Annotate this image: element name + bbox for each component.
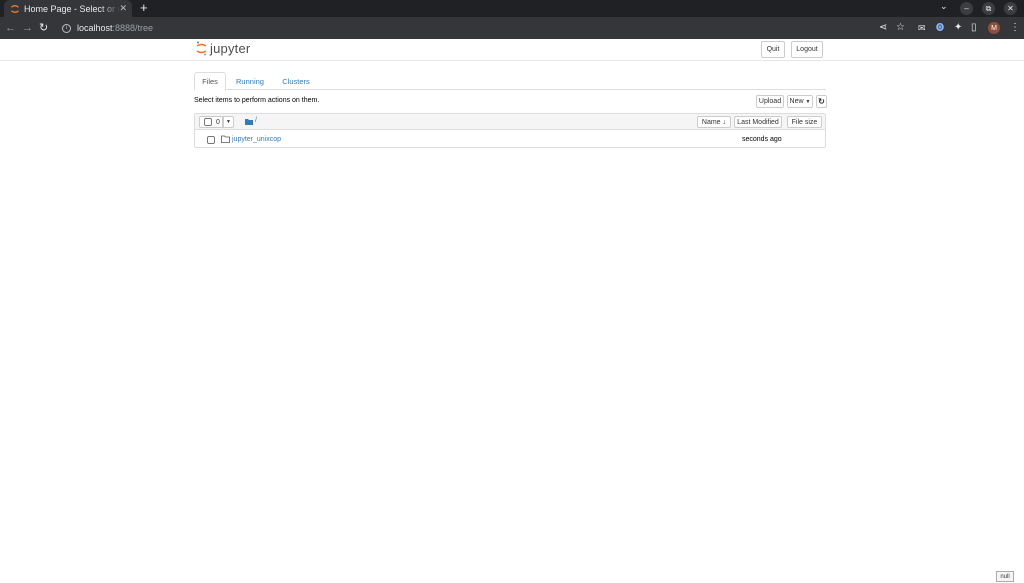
url-path: :8888/tree <box>112 23 154 33</box>
item-last-modified: seconds ago <box>742 136 782 143</box>
jupyter-favicon-icon <box>11 4 19 13</box>
mail-extension-icon[interactable]: ✉ <box>918 22 926 34</box>
jupyter-header: jupyter Quit Logout <box>0 39 1024 61</box>
site-info-icon[interactable]: i <box>62 23 71 33</box>
url-host: localhost <box>77 23 113 33</box>
file-list: 0 ▼ / Name ↓ Last Modified File size jup… <box>194 113 826 148</box>
browser-toolbar: ← → ↻ i localhost:8888/tree ⋖ ☆ ✉ ⓿ ✦ ▯ … <box>0 17 1024 39</box>
kebab-menu-icon[interactable]: ⋮ <box>1010 22 1020 34</box>
window-close-icon[interactable]: ✕ <box>1004 2 1017 15</box>
reload-icon[interactable]: ↻ <box>39 21 48 35</box>
forward-arrow-icon[interactable]: → <box>22 21 33 35</box>
selection-menu-caret-icon[interactable]: ▼ <box>223 116 234 128</box>
browser-tab[interactable]: Home Page - Select or create a notebook … <box>4 0 132 17</box>
new-button-label: New <box>789 98 804 105</box>
back-arrow-icon[interactable]: ← <box>5 21 16 35</box>
profile-avatar[interactable]: M <box>988 22 1000 34</box>
new-tab-button[interactable]: + <box>140 1 148 15</box>
new-dropdown-button[interactable]: New ▼ <box>787 95 813 108</box>
tab-running[interactable]: Running <box>231 72 269 90</box>
tab-clusters[interactable]: Clusters <box>276 72 316 90</box>
sort-by-file-size-button[interactable]: File size <box>787 116 822 128</box>
arrow-down-icon: ↓ <box>722 118 727 126</box>
jupyter-logo-icon <box>196 41 207 56</box>
folder-link[interactable]: jupyter_unixcop <box>232 136 281 143</box>
address-bar[interactable]: i localhost:8888/tree <box>56 19 866 37</box>
file-list-header: 0 ▼ / Name ↓ Last Modified File size <box>195 114 825 130</box>
quit-button[interactable]: Quit <box>761 41 785 58</box>
minimize-icon[interactable]: – <box>960 2 973 15</box>
sort-by-last-modified-button[interactable]: Last Modified <box>734 116 782 128</box>
select-all-checkbox[interactable] <box>204 118 212 126</box>
side-panel-icon[interactable]: ▯ <box>971 22 977 34</box>
password-extension-icon[interactable]: ⓿ <box>936 22 944 34</box>
folder-home-icon[interactable] <box>245 118 253 125</box>
list-item[interactable]: jupyter_unixcop seconds ago <box>195 131 825 148</box>
select-all-group[interactable]: 0 <box>199 116 223 128</box>
bookmark-star-icon[interactable]: ☆ <box>896 22 905 34</box>
status-badge: null <box>996 571 1014 582</box>
folder-icon <box>221 135 230 143</box>
browser-tab-strip: Home Page - Select or create a notebook … <box>0 0 1024 17</box>
tab-title: Home Page - Select or create a notebook <box>24 3 120 14</box>
caret-down-icon: ▼ <box>805 98 811 105</box>
logout-button[interactable]: Logout <box>791 41 823 58</box>
refresh-button[interactable]: ↻ <box>816 95 827 108</box>
selection-hint: Select items to perform actions on them. <box>194 97 320 104</box>
tab-files[interactable]: Files <box>194 72 226 91</box>
item-checkbox[interactable] <box>207 136 215 144</box>
extensions-puzzle-icon[interactable]: ✦ <box>954 22 962 34</box>
jupyter-logo-text: jupyter <box>210 41 251 56</box>
sort-by-name-button[interactable]: Name ↓ <box>697 116 731 128</box>
jupyter-logo[interactable]: jupyter <box>196 41 250 56</box>
close-tab-icon[interactable]: ✕ <box>119 3 127 14</box>
upload-button[interactable]: Upload <box>756 95 784 108</box>
breadcrumb-path[interactable]: / <box>255 117 257 124</box>
dashboard-tabs: Files Running Clusters <box>194 72 826 91</box>
selected-count: 0 <box>216 118 220 126</box>
sort-name-label: Name <box>701 118 721 126</box>
chevron-down-icon[interactable]: ⌄ <box>940 1 948 12</box>
restore-icon[interactable]: ⧉ <box>982 2 995 15</box>
share-icon[interactable]: ⋖ <box>879 22 887 34</box>
